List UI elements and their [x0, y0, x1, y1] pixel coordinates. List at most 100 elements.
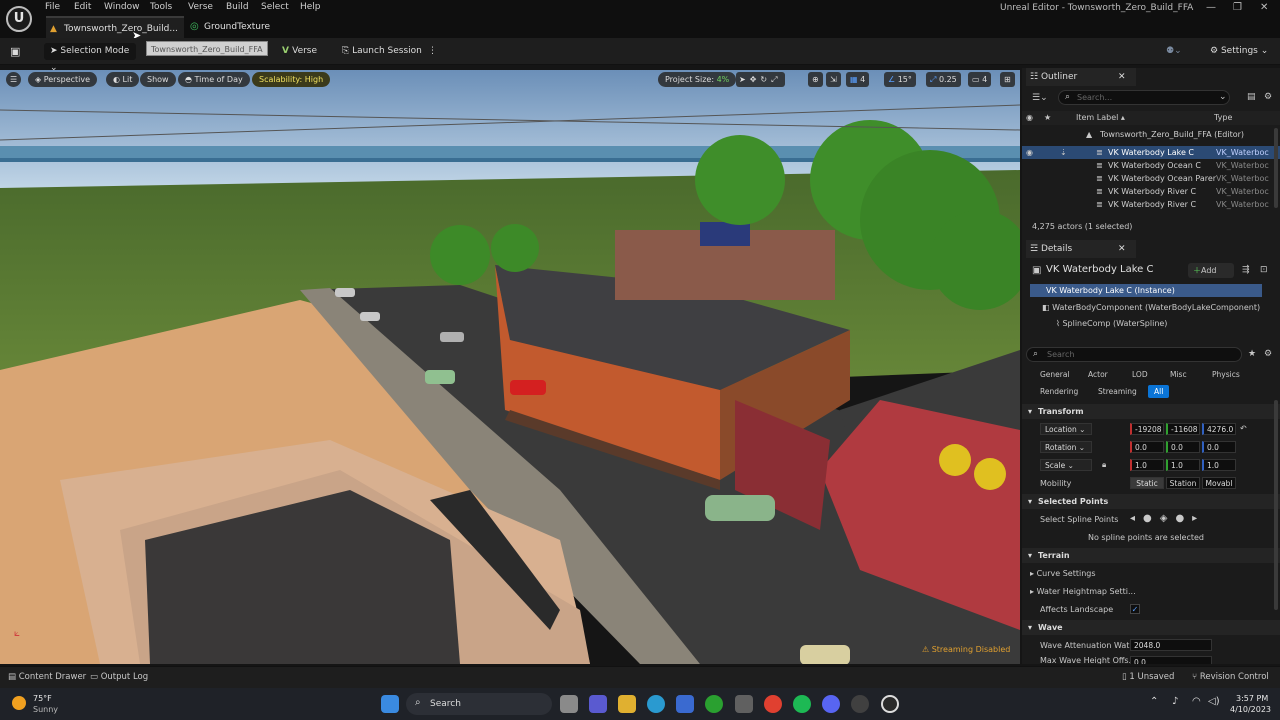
outliner-row[interactable]: ≣ VK Waterbody River C VK_Waterboc — [1022, 198, 1280, 211]
camera-speed-control[interactable]: ▭ 4 — [968, 72, 992, 87]
select-all-icon[interactable]: ◈ — [1160, 513, 1176, 524]
menu-window[interactable]: Window — [104, 2, 140, 12]
column-item-label[interactable]: Item Label ▴ — [1076, 111, 1125, 125]
xbox-icon[interactable] — [705, 695, 723, 713]
spline-point-tools[interactable]: ◂●◈●▸ — [1130, 513, 1205, 524]
outliner-row[interactable]: ≣ VK Waterbody River C VK_Waterboc — [1022, 185, 1280, 198]
clock-date[interactable]: 4/10/2023 — [1230, 705, 1271, 714]
tab-ground-texture[interactable]: ◎ GroundTexture — [186, 16, 286, 38]
mobility-static[interactable]: Static — [1130, 477, 1164, 489]
multiplayer-icon[interactable]: ⚉⌄ — [1166, 43, 1182, 60]
lock-icon[interactable]: 🔒︎ — [1102, 460, 1106, 470]
launch-session-button[interactable]: ⎘ Launch Session — [342, 43, 422, 60]
curve-settings-row[interactable]: ▸ Curve Settings — [1030, 569, 1096, 578]
weather-desc[interactable]: Sunny — [33, 705, 58, 714]
location-z-field[interactable]: 4276.0 — [1202, 423, 1236, 435]
chevron-up-icon[interactable]: ⌃ — [1150, 696, 1158, 707]
store-icon[interactable] — [676, 695, 694, 713]
perspective-button[interactable]: ◈ Perspective — [28, 72, 98, 87]
scalability-button[interactable]: Scalability: High — [252, 72, 331, 87]
location-x-field[interactable]: -19208 — [1130, 423, 1164, 435]
tab-level[interactable]: ▲ Townsworth_Zero_Build... — [46, 16, 184, 38]
rotation-dropdown[interactable]: Rotation ⌄ — [1040, 441, 1092, 453]
selection-mode-dropdown[interactable]: ➤ Selection Mode ⌄ — [44, 43, 136, 73]
menu-select[interactable]: Select — [261, 2, 289, 12]
maximize-icon[interactable]: ❐ — [1233, 2, 1242, 13]
revision-control-button[interactable]: ⑂ Revision Control — [1192, 672, 1269, 682]
minimize-icon[interactable]: — — [1206, 2, 1216, 13]
affects-landscape-checkbox[interactable]: ✓ — [1130, 604, 1140, 614]
visibility-icon[interactable]: ◉ — [1026, 146, 1033, 159]
scale-y-field[interactable]: 1.0 — [1166, 459, 1200, 471]
details-tab[interactable]: ☲ Details ✕ — [1026, 240, 1136, 258]
surface-snap-icon[interactable]: ⇲ — [826, 72, 841, 87]
outliner-root-row[interactable]: ▲ Townsworth_Zero_Build_FFA (Editor) — [1022, 128, 1280, 141]
filter-icon[interactable]: ☰⌄ — [1032, 93, 1048, 103]
weather-temp[interactable]: 75°F — [33, 694, 52, 703]
grid-snap-control[interactable]: ▦ 4 — [846, 72, 870, 87]
more-options-icon[interactable]: ⋮ — [428, 43, 437, 60]
wifi-icon[interactable]: ◠ — [1192, 696, 1201, 707]
teams-icon[interactable] — [589, 695, 607, 713]
category-general[interactable]: General — [1034, 368, 1076, 381]
section-selected-points[interactable]: ▾ Selected Points — [1022, 494, 1280, 509]
section-wave[interactable]: ▾ Wave — [1022, 620, 1280, 635]
scale-dropdown[interactable]: Scale ⌄ — [1040, 459, 1092, 471]
outliner-row[interactable]: ≣ VK Waterbody Ocean Parer VK_Waterboc — [1022, 172, 1280, 185]
star-icon[interactable]: ★ — [1248, 349, 1256, 359]
select-icon[interactable]: ➤ — [739, 75, 750, 84]
level-viewport[interactable] — [0, 70, 1020, 664]
column-type[interactable]: Type — [1214, 111, 1232, 125]
add-component-button[interactable]: ＋Add — [1188, 263, 1234, 278]
location-dropdown[interactable]: Location ⌄ — [1040, 423, 1092, 435]
start-icon[interactable] — [381, 695, 399, 713]
close-icon[interactable]: ✕ — [1118, 68, 1126, 86]
menu-file[interactable]: File — [45, 2, 60, 12]
lock-icon[interactable]: ⊡ — [1260, 265, 1268, 275]
viewport-layout-icon[interactable]: ⊞ — [1000, 72, 1015, 87]
lit-button[interactable]: ◐ Lit — [106, 72, 140, 87]
verse-button[interactable]: V Verse — [282, 43, 317, 60]
select-prev-icon[interactable]: ◂● — [1130, 513, 1160, 524]
close-icon[interactable]: ✕ — [1260, 2, 1268, 13]
task-view-icon[interactable] — [560, 695, 578, 713]
outliner-scrollbar[interactable] — [1274, 128, 1278, 208]
scale-x-field[interactable]: 1.0 — [1130, 459, 1164, 471]
settings-app-icon[interactable] — [735, 695, 753, 713]
unsaved-button[interactable]: ▯ 1 Unsaved — [1122, 672, 1174, 682]
outliner-row[interactable]: ≣ VK Waterbody Ocean C VK_Waterboc — [1022, 159, 1280, 172]
rotation-z-field[interactable]: 0.0 — [1202, 441, 1236, 453]
edge-icon[interactable] — [647, 695, 665, 713]
category-streaming[interactable]: Streaming — [1092, 385, 1143, 398]
github-icon[interactable] — [851, 695, 869, 713]
add-folder-icon[interactable]: ▤ — [1247, 92, 1256, 102]
scale-icon[interactable]: ⤢ — [771, 75, 781, 84]
sun-icon[interactable] — [12, 696, 26, 710]
rotation-snap-control[interactable]: ∠ 15° — [884, 72, 916, 87]
wave-attenuation-field[interactable]: 2048.0 — [1130, 639, 1212, 651]
transform-tools[interactable]: ➤✥↻⤢ — [736, 72, 785, 87]
category-all[interactable]: All — [1148, 385, 1170, 398]
mobility-movable[interactable]: Movabl — [1202, 477, 1236, 489]
component-tree-item[interactable]: ⌇ SplineComp (WaterSpline) — [1056, 317, 1167, 330]
file-explorer-icon[interactable] — [618, 695, 636, 713]
component-tree-root[interactable]: VK Waterbody Lake C (Instance) — [1030, 284, 1262, 297]
content-drawer-button[interactable]: ▤ Content Drawer — [8, 672, 86, 682]
visibility-icon[interactable]: ◉ — [1026, 111, 1033, 125]
show-button[interactable]: Show — [140, 72, 176, 87]
menu-tools[interactable]: Tools — [150, 2, 172, 12]
section-transform[interactable]: ▾ Transform — [1022, 404, 1280, 419]
menu-verse[interactable]: Verse — [188, 2, 213, 12]
move-icon[interactable]: ✥ — [750, 75, 761, 84]
section-terrain[interactable]: ▾ Terrain — [1022, 548, 1280, 563]
taskbar-search[interactable]: ⌕ Search — [406, 693, 552, 715]
rotation-y-field[interactable]: 0.0 — [1166, 441, 1200, 453]
output-log-button[interactable]: ▭ Output Log — [90, 672, 148, 682]
category-misc[interactable]: Misc — [1164, 368, 1193, 381]
menu-edit[interactable]: Edit — [74, 2, 91, 12]
close-icon[interactable]: ✕ — [1118, 240, 1126, 258]
chrome-icon[interactable] — [764, 695, 782, 713]
discord-icon[interactable] — [822, 695, 840, 713]
time-of-day-button[interactable]: ◓ Time of Day — [178, 72, 250, 87]
mobility-stationary[interactable]: Station — [1166, 477, 1200, 489]
